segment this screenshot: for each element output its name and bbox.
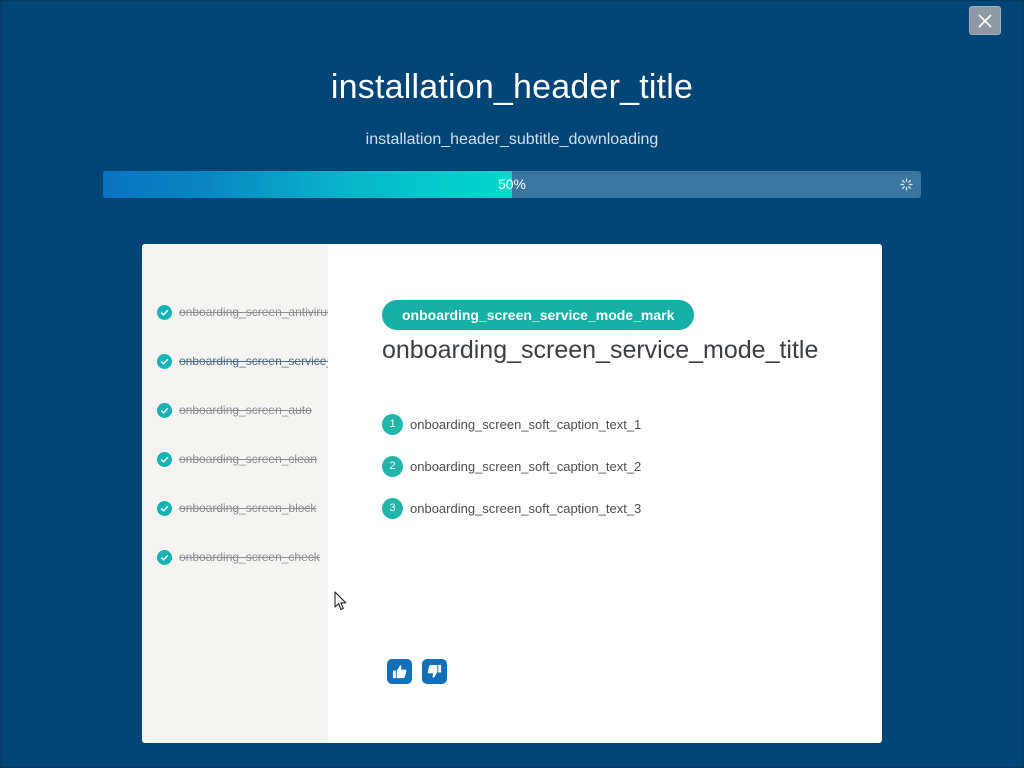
step-number: 1	[382, 413, 403, 435]
sidebar-item-antivirus[interactable]: onboarding_screen_antivirus	[157, 302, 328, 322]
sidebar-item-label: onboarding_screen_service_mode	[179, 354, 328, 368]
step-item: 1 onboarding_screen_soft_caption_text_1	[382, 413, 641, 435]
step-number: 3	[382, 497, 403, 519]
sidebar-item-label: onboarding_screen_check	[179, 550, 320, 564]
check-circle-icon	[157, 549, 172, 565]
sidebar-item-label: onboarding_screen_clean	[179, 452, 318, 466]
step-number: 2	[382, 455, 403, 477]
download-progress-bar: 50%	[103, 171, 921, 198]
dislike-button[interactable]	[422, 659, 447, 684]
sidebar-item-auto[interactable]: onboarding_screen_auto	[157, 400, 328, 420]
close-icon	[978, 13, 992, 28]
sidebar-item-service-mode[interactable]: onboarding_screen_service_mode	[157, 351, 328, 371]
sidebar-item-check[interactable]: onboarding_screen_check	[157, 547, 328, 567]
sidebar-item-label: onboarding_screen_block	[179, 501, 317, 515]
mouse-pointer-icon	[334, 591, 347, 611]
thumbs-down-icon	[427, 664, 442, 678]
onboarding-content: onboarding_screen_service_mode_mark onbo…	[328, 244, 882, 743]
check-circle-icon	[157, 451, 172, 467]
thumbs-up-icon	[392, 665, 407, 679]
header-subtitle: installation_header_subtitle_downloading	[365, 131, 659, 148]
loading-spinner-icon	[900, 178, 913, 191]
close-button[interactable]	[969, 6, 1001, 35]
check-circle-icon	[157, 402, 172, 418]
header-title: installation_header_title	[330, 68, 694, 106]
service-mode-badge: onboarding_screen_service_mode_mark	[382, 300, 695, 330]
sidebar-item-block[interactable]: onboarding_screen_block	[157, 498, 328, 518]
onboarding-sidebar: onboarding_screen_antivirus onboarding_s…	[142, 244, 328, 743]
progress-percent-label: 50%	[497, 176, 527, 192]
sidebar-item-label: onboarding_screen_antivirus	[179, 305, 328, 319]
step-text: onboarding_screen_soft_caption_text_1	[410, 416, 642, 432]
check-circle-icon	[157, 304, 172, 320]
step-text: onboarding_screen_soft_caption_text_3	[410, 500, 642, 516]
check-circle-icon	[157, 500, 172, 516]
step-item: 2 onboarding_screen_soft_caption_text_2	[382, 455, 641, 477]
content-title: onboarding_screen_service_mode_title	[382, 336, 819, 364]
sidebar-item-clean[interactable]: onboarding_screen_clean	[157, 449, 328, 469]
step-text: onboarding_screen_soft_caption_text_2	[410, 458, 642, 474]
sidebar-item-label: onboarding_screen_auto	[179, 403, 312, 417]
like-button[interactable]	[387, 659, 412, 684]
step-item: 3 onboarding_screen_soft_caption_text_3	[382, 497, 641, 519]
check-circle-icon	[157, 353, 172, 369]
onboarding-card: onboarding_screen_antivirus onboarding_s…	[142, 244, 882, 743]
